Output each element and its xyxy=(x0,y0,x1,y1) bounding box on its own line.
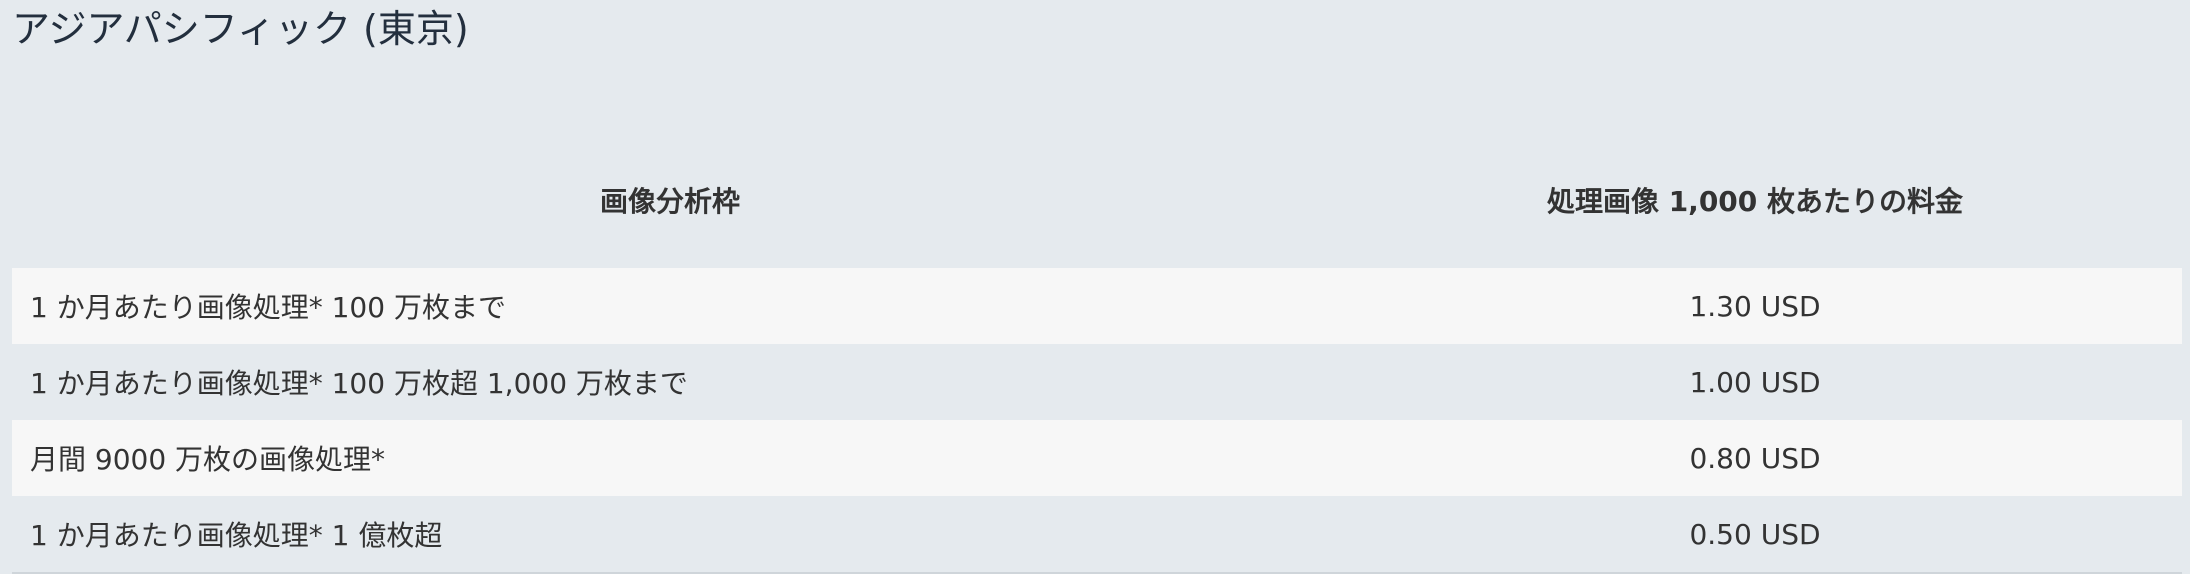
column-header-price: 処理画像 1,000 枚あたりの料金 xyxy=(1546,185,1964,218)
price-cell: 0.50 USD xyxy=(1328,496,2182,574)
table-row: 1 か月あたり画像処理* 1 億枚超 0.50 USD xyxy=(12,496,2182,574)
tier-cell: 1 か月あたり画像処理* 1 億枚超 xyxy=(12,496,1328,574)
price-cell: 0.80 USD xyxy=(1328,420,2182,496)
table-row: 1 か月あたり画像処理* 100 万枚まで 1.30 USD xyxy=(12,268,2182,344)
tier-cell: 月間 9000 万枚の画像処理* xyxy=(12,420,1328,496)
table-header-row: 画像分析枠 処理画像 1,000 枚あたりの料金 xyxy=(12,134,2182,268)
table-row: 月間 9000 万枚の画像処理* 0.80 USD xyxy=(12,420,2182,496)
price-cell: 1.00 USD xyxy=(1328,344,2182,420)
table-row: 1 か月あたり画像処理* 100 万枚超 1,000 万枚まで 1.00 USD xyxy=(12,344,2182,420)
column-header-tier: 画像分析枠 xyxy=(599,185,740,218)
pricing-table: 画像分析枠 処理画像 1,000 枚あたりの料金 1 か月あたり画像処理* 10… xyxy=(12,134,2182,574)
price-cell: 1.30 USD xyxy=(1328,268,2182,344)
tier-cell: 1 か月あたり画像処理* 100 万枚まで xyxy=(12,268,1328,344)
region-title: アジアパシフィック (東京) xyxy=(12,7,469,51)
tier-cell: 1 か月あたり画像処理* 100 万枚超 1,000 万枚まで xyxy=(12,344,1328,420)
